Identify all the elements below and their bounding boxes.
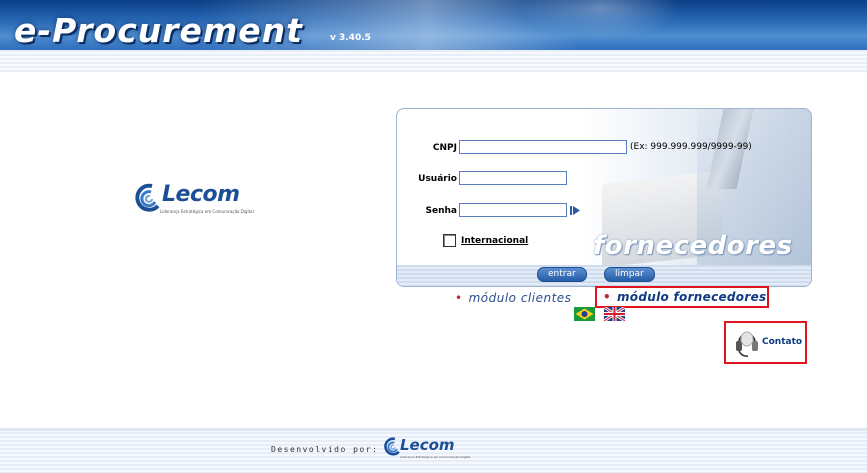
cnpj-input[interactable]	[459, 140, 627, 154]
cnpj-label: CNPJ	[432, 143, 457, 153]
limpar-button[interactable]: limpar	[604, 267, 655, 282]
internacional-checkbox[interactable]	[443, 234, 456, 247]
usuario-input[interactable]	[459, 171, 567, 185]
footer-lecom-tagline: Liderança Estratégica em Comunicação Dig…	[400, 455, 471, 459]
footer-lecom-logo-text: Lecom	[400, 436, 455, 454]
header-stripe	[0, 50, 867, 72]
module-clientes-link[interactable]: • módulo clientes	[455, 291, 571, 305]
brazil-flag-icon[interactable]	[574, 307, 595, 321]
headset-icon	[736, 331, 758, 357]
app-version: v 3.40.5	[330, 33, 371, 43]
header-banner: e-Procurement v 3.40.5	[0, 0, 867, 72]
module-clientes-label: módulo clientes	[468, 291, 572, 305]
internacional-label[interactable]: Internacional	[461, 236, 528, 246]
submit-arrow-icon[interactable]	[570, 206, 580, 215]
module-image-text: fornecedores	[593, 231, 793, 261]
senha-input[interactable]	[459, 203, 567, 217]
login-panel: fornecedores CNPJ (Ex: 999.999.999/9999-…	[396, 108, 812, 287]
developed-by-text: Desenvolvido por:	[271, 445, 379, 454]
senha-label: Senha	[425, 206, 457, 216]
uk-flag-icon[interactable]	[604, 307, 625, 321]
footer-lecom-logo: Lecom Liderança Estratégica em Comunicaç…	[382, 432, 471, 468]
cnpj-hint: (Ex: 999.999.999/9999-99)	[630, 142, 752, 152]
header-photo-highlight	[520, 0, 680, 40]
contact-label[interactable]: Contato	[762, 337, 802, 347]
lecom-logo: Lecom Liderança Estratégica em Comunicaç…	[132, 176, 262, 220]
footer-divider	[0, 428, 867, 431]
app-title: e-Procurement	[14, 11, 303, 50]
bullet-icon: •	[603, 290, 611, 304]
module-fornecedores-link[interactable]: • módulo fornecedores	[603, 290, 766, 304]
module-fornecedores-label: módulo fornecedores	[616, 290, 767, 304]
entrar-button[interactable]: entrar	[537, 267, 587, 282]
bullet-icon: •	[455, 291, 463, 305]
usuario-label: Usuário	[418, 174, 457, 184]
lecom-logo-text: Lecom	[162, 182, 240, 207]
lecom-tagline: Liderança Estratégica em Comunicação Dig…	[160, 209, 254, 214]
